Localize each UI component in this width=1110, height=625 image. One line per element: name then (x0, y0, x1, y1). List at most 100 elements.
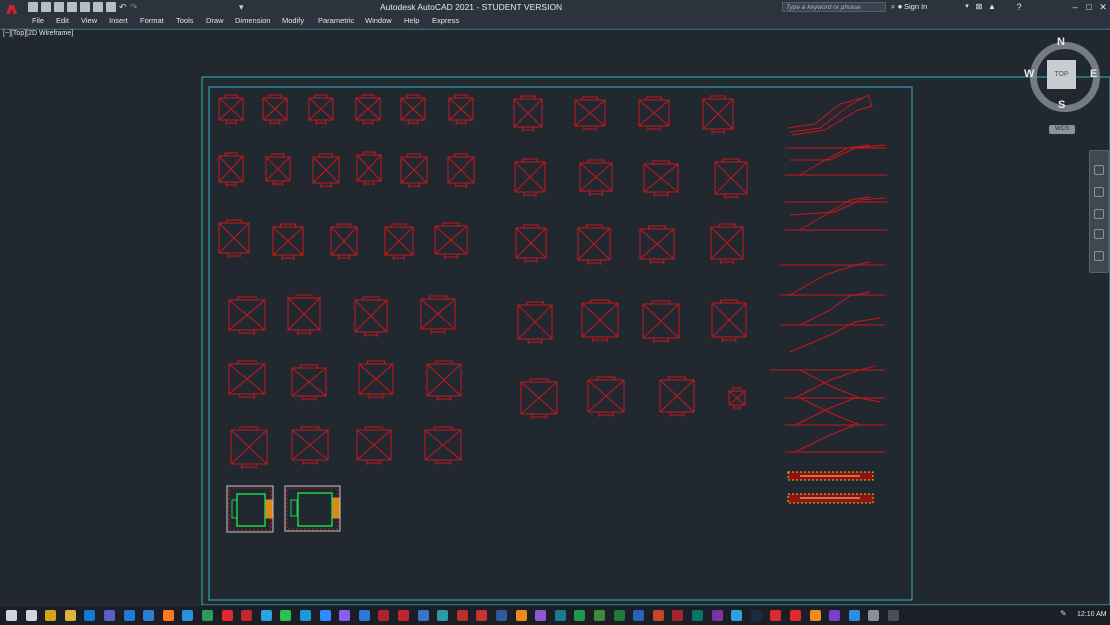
orbit-icon[interactable] (1094, 229, 1104, 239)
cad-block (702, 95, 734, 134)
zoom-extents-icon[interactable] (1094, 209, 1104, 219)
compass-north[interactable]: N (1057, 36, 1065, 48)
cad-block (228, 360, 266, 399)
publisher-icon[interactable] (692, 610, 703, 621)
revit-icon[interactable] (417, 610, 429, 621)
windows-taskbar (0, 605, 1110, 625)
cad-block (355, 94, 381, 125)
media-player-icon[interactable] (829, 610, 841, 621)
audition-icon[interactable] (554, 610, 566, 621)
file-explorer-icon[interactable] (64, 610, 76, 621)
navigation-bar (1089, 150, 1109, 273)
cad-block (711, 299, 747, 342)
outlook-icon[interactable] (84, 610, 96, 621)
cad-block (513, 95, 543, 132)
cad-block (642, 300, 680, 343)
cad-block (517, 301, 553, 344)
taskbar-clock[interactable]: 12:10 AM (1077, 605, 1107, 624)
cad-block (291, 364, 327, 401)
edge-icon[interactable] (182, 610, 194, 621)
cad-block (659, 376, 695, 417)
showmotion-icon[interactable] (1094, 251, 1104, 261)
compass-south[interactable]: S (1058, 99, 1065, 111)
cad-block (714, 158, 748, 199)
cad-block (577, 224, 611, 265)
compass-east[interactable]: E (1090, 68, 1097, 80)
cad-block (218, 94, 244, 125)
steam-icon[interactable] (750, 610, 762, 621)
photos-icon[interactable] (143, 610, 155, 621)
cad-block (262, 94, 288, 125)
elevator-bars (787, 471, 874, 504)
cad-block (291, 426, 329, 465)
project-icon[interactable] (594, 610, 605, 621)
cad-block (426, 360, 462, 401)
cad-block (384, 223, 414, 260)
viewcube[interactable]: TOP N S E W (1024, 36, 1100, 112)
chrome-icon[interactable] (202, 610, 213, 621)
mail-icon[interactable] (123, 610, 135, 621)
cad-block (520, 378, 558, 419)
word-icon[interactable] (633, 610, 645, 621)
premiere-icon[interactable] (535, 610, 547, 621)
cad-block (400, 94, 426, 125)
autocad-lt-icon[interactable] (398, 610, 409, 621)
powerpoint-icon[interactable] (652, 610, 664, 621)
cad-block (330, 223, 358, 260)
cad-block (218, 219, 250, 258)
cad-block (579, 159, 613, 196)
zoom-icon[interactable] (319, 610, 331, 621)
opera-icon[interactable] (221, 610, 233, 621)
teams-icon[interactable] (104, 610, 115, 621)
acrobat-icon[interactable] (241, 610, 253, 621)
cad-block (312, 153, 340, 188)
onedrive-icon[interactable] (358, 610, 370, 621)
sketchup-icon[interactable] (476, 610, 488, 621)
cad-block (400, 153, 428, 188)
snipping-icon[interactable] (731, 610, 743, 621)
windows-start-icon[interactable] (6, 610, 17, 621)
skype-icon[interactable] (300, 610, 311, 621)
messenger-icon[interactable] (339, 610, 351, 621)
calculator-icon[interactable] (888, 610, 899, 621)
elevator-plan-blocks (226, 485, 341, 533)
cad-block (638, 96, 670, 131)
cad-block (514, 158, 546, 197)
cad-block (587, 376, 625, 417)
cad-block (434, 222, 468, 259)
excel-icon[interactable] (574, 610, 586, 621)
illustrator-icon[interactable] (515, 610, 527, 621)
settings-icon[interactable] (868, 610, 880, 621)
navisworks-icon[interactable] (437, 610, 449, 621)
recap-icon[interactable] (456, 610, 468, 621)
viewcube-top-face[interactable]: TOP (1047, 60, 1076, 89)
cad-block (581, 299, 619, 342)
ucs-menu[interactable]: WCS (1049, 125, 1075, 134)
pan-icon[interactable] (1094, 187, 1104, 197)
drawing-canvas[interactable] (0, 0, 1110, 605)
full-navigation-wheel-icon[interactable] (1094, 165, 1104, 175)
access-icon[interactable] (672, 610, 684, 621)
firefox-icon[interactable] (162, 610, 174, 621)
compass-west[interactable]: W (1024, 68, 1034, 80)
search-icon[interactable] (25, 610, 37, 621)
whatsapp-icon[interactable] (280, 610, 292, 621)
onenote-icon[interactable] (711, 610, 723, 621)
telegram-icon[interactable] (260, 610, 272, 621)
mega-icon[interactable] (770, 610, 782, 621)
cad-block (218, 152, 244, 187)
photoshop-icon[interactable] (496, 610, 507, 621)
chrome-2-icon[interactable] (790, 610, 801, 621)
cad-blocks (218, 94, 748, 469)
vlc-icon[interactable] (809, 610, 821, 621)
store-icon[interactable] (45, 610, 57, 621)
photos-2-icon[interactable] (848, 610, 860, 621)
cad-block (287, 294, 321, 335)
cad-block (448, 94, 474, 125)
cad-block (356, 426, 392, 465)
cad-block (354, 296, 388, 337)
excel-2-icon[interactable] (613, 610, 625, 621)
cad-block (447, 153, 475, 188)
autocad-icon[interactable] (378, 610, 390, 621)
pen-tray-icon[interactable]: ✎ (1060, 609, 1070, 619)
